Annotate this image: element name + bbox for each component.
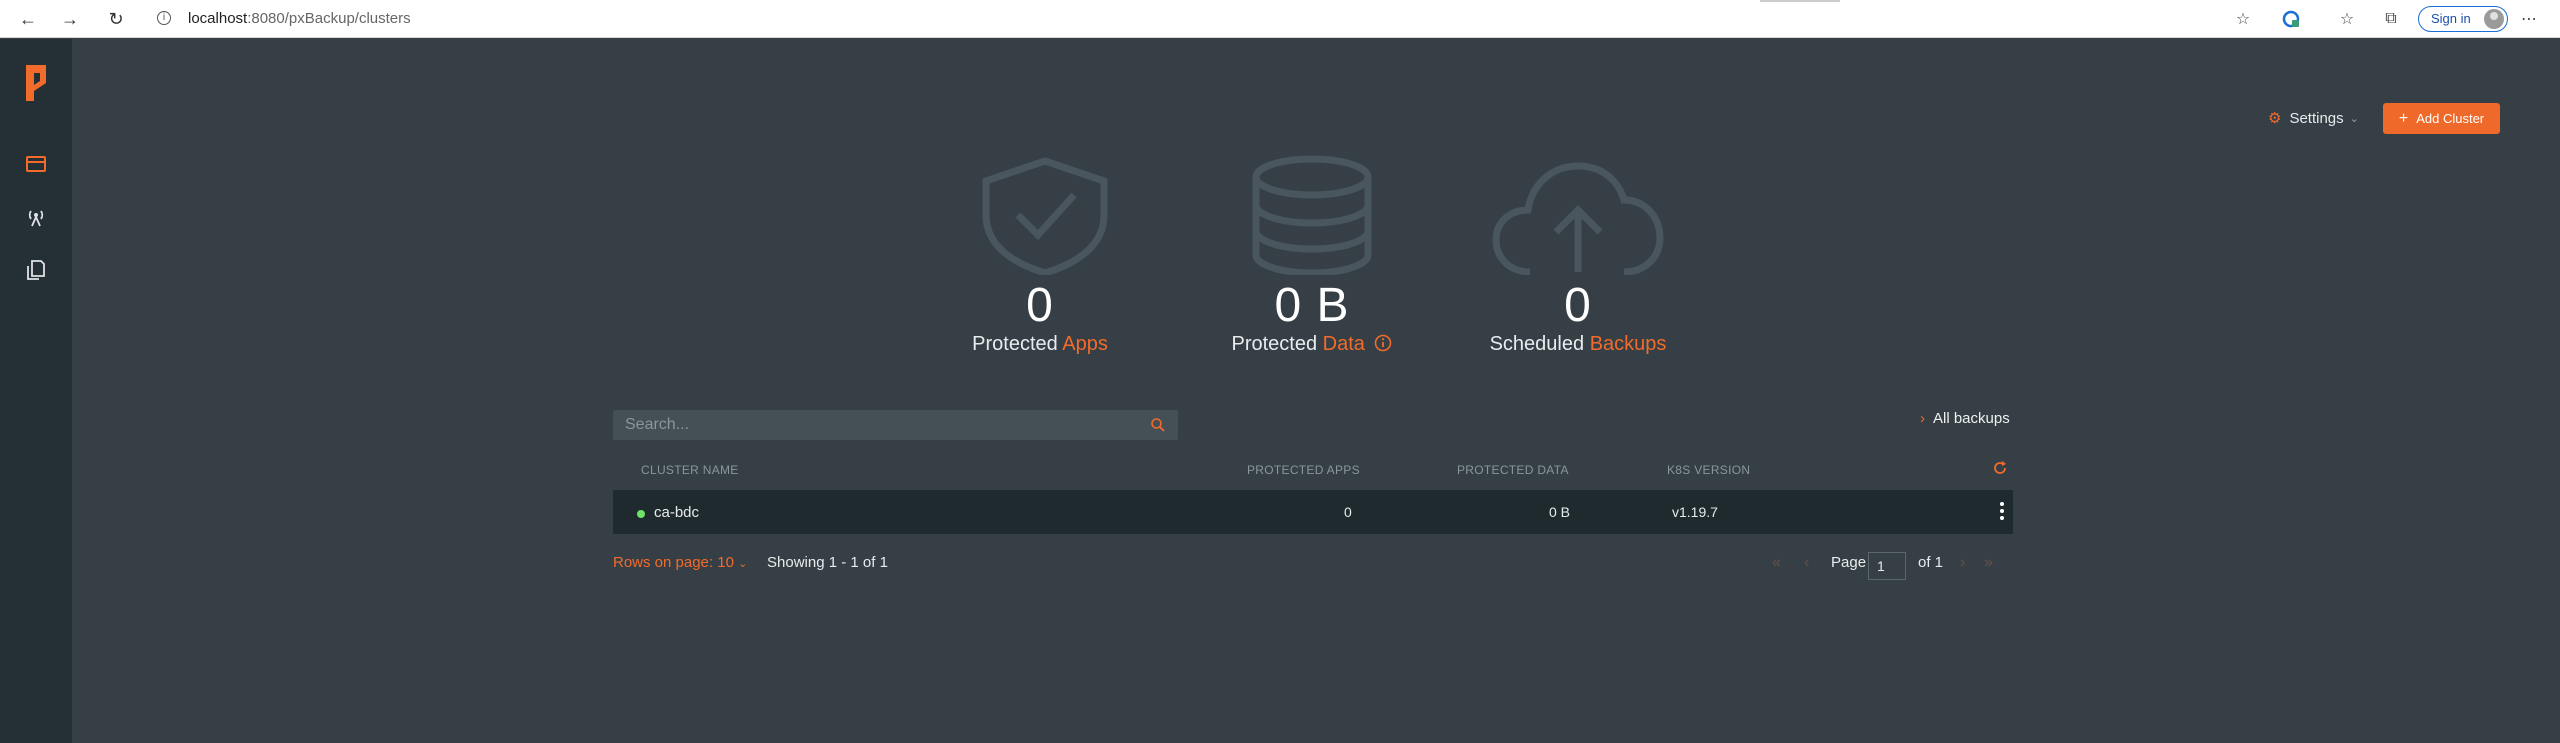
stat-value: 0 [1026,279,1054,332]
stat-value: 0 [1564,279,1592,332]
protected-apps-cell: 0 [1344,504,1352,520]
stat-label: Protected Data [1212,333,1412,356]
last-page-icon[interactable]: » [1984,554,1993,572]
forward-icon[interactable]: → [58,7,82,31]
extension-icon[interactable] [2280,8,2302,30]
all-backups-label: All backups [1933,410,2010,427]
search-icon[interactable] [1150,417,1166,433]
portworx-logo[interactable] [20,61,52,105]
sign-in-label: Sign in [2431,11,2471,26]
previous-page-icon[interactable]: ‹ [1804,554,1809,572]
stat-label-text: Scheduled [1489,333,1585,355]
more-options-icon[interactable]: ⋯ [2518,8,2540,30]
cloud-upload-icon [1492,162,1664,275]
table-row[interactable]: ca-bdc 0 0 B v1.19.7 [613,490,2013,534]
all-backups-link[interactable]: › All backups [1920,410,2010,427]
stat-value: 0 B [1274,279,1350,332]
favorite-add-icon[interactable]: ☆ [2232,8,2254,30]
back-icon[interactable]: ← [16,7,40,31]
search-box [613,410,1178,440]
favorites-icon[interactable]: ☆ [2336,8,2358,30]
stat-protected-apps: 0 Protected Apps [940,278,1140,356]
next-page-icon[interactable]: › [1960,554,1965,572]
add-cluster-button[interactable]: + Add Cluster [2383,103,2500,134]
column-header-protected-apps[interactable]: PROTECTED APPS [1247,463,1360,477]
sign-in-button[interactable]: Sign in [2418,6,2508,32]
settings-label: Settings [2289,109,2344,127]
plus-icon: + [2398,109,2409,127]
reload-icon[interactable]: ↻ [104,7,128,31]
rows-per-page-label: Rows on page: 10 [613,554,734,571]
database-icon [1252,155,1372,275]
stat-label-text: Protected [972,333,1058,355]
stat-label: Scheduled Backups [1478,333,1678,356]
page-label: Page [1831,554,1867,571]
page-number-input[interactable] [1868,552,1906,580]
page-of-label: of 1 [1918,554,1944,571]
stat-label-accent: Apps [1062,333,1108,355]
row-actions-icon[interactable] [1999,502,2005,522]
clusters-icon[interactable] [24,152,48,176]
gear-icon: ⚙ [2268,110,2282,127]
sidebar [0,39,72,743]
chevron-right-icon: › [1920,410,1925,427]
column-header-protected-data[interactable]: PROTECTED DATA [1457,463,1569,477]
cluster-name-cell[interactable]: ca-bdc [654,504,699,521]
documents-icon[interactable] [24,258,48,282]
site-info-icon[interactable]: i [157,11,171,25]
chevron-down-icon: ⌄ [2349,112,2359,125]
k8s-version-cell: v1.19.7 [1672,504,1718,520]
stat-protected-data: 0 B Protected Data [1212,278,1412,356]
settings-dropdown[interactable]: ⚙ Settings ⌄ [2268,106,2359,130]
column-header-cluster-name[interactable]: CLUSTER NAME [641,463,739,477]
refresh-icon[interactable] [1992,460,2008,476]
collections-icon[interactable]: ⧉ [2380,8,2402,30]
browser-toolbar: ← → ↻ i localhost:8080/pxBackup/clusters… [0,0,2560,38]
search-input[interactable] [613,410,1133,440]
avatar [2484,9,2504,29]
address-bar[interactable]: localhost:8080/pxBackup/clusters [188,10,411,27]
rows-per-page-dropdown[interactable]: Rows on page: 10 ⌄ [613,554,747,571]
chevron-down-icon: ⌄ [738,558,748,570]
stat-scheduled-backups: 0 Scheduled Backups [1478,278,1678,356]
stat-label-accent: Backups [1589,333,1667,355]
stat-label-accent: Data [1322,333,1365,355]
broadcast-icon[interactable] [24,205,48,229]
url-path: :8080/pxBackup/clusters [247,10,411,27]
info-icon[interactable] [1374,334,1392,352]
protected-data-cell: 0 B [1549,504,1571,520]
add-cluster-label: Add Cluster [2416,111,2485,126]
status-online-dot [637,510,645,518]
loading-bar [1760,0,1840,2]
showing-count: Showing 1 - 1 of 1 [767,554,888,571]
url-host: localhost [188,10,248,27]
stat-label: Protected Apps [940,333,1140,356]
stat-label-text: Protected [1231,333,1318,355]
shield-check-icon [982,157,1108,275]
first-page-icon[interactable]: « [1772,554,1781,572]
column-header-k8s-version[interactable]: K8S VERSION [1667,463,1750,477]
